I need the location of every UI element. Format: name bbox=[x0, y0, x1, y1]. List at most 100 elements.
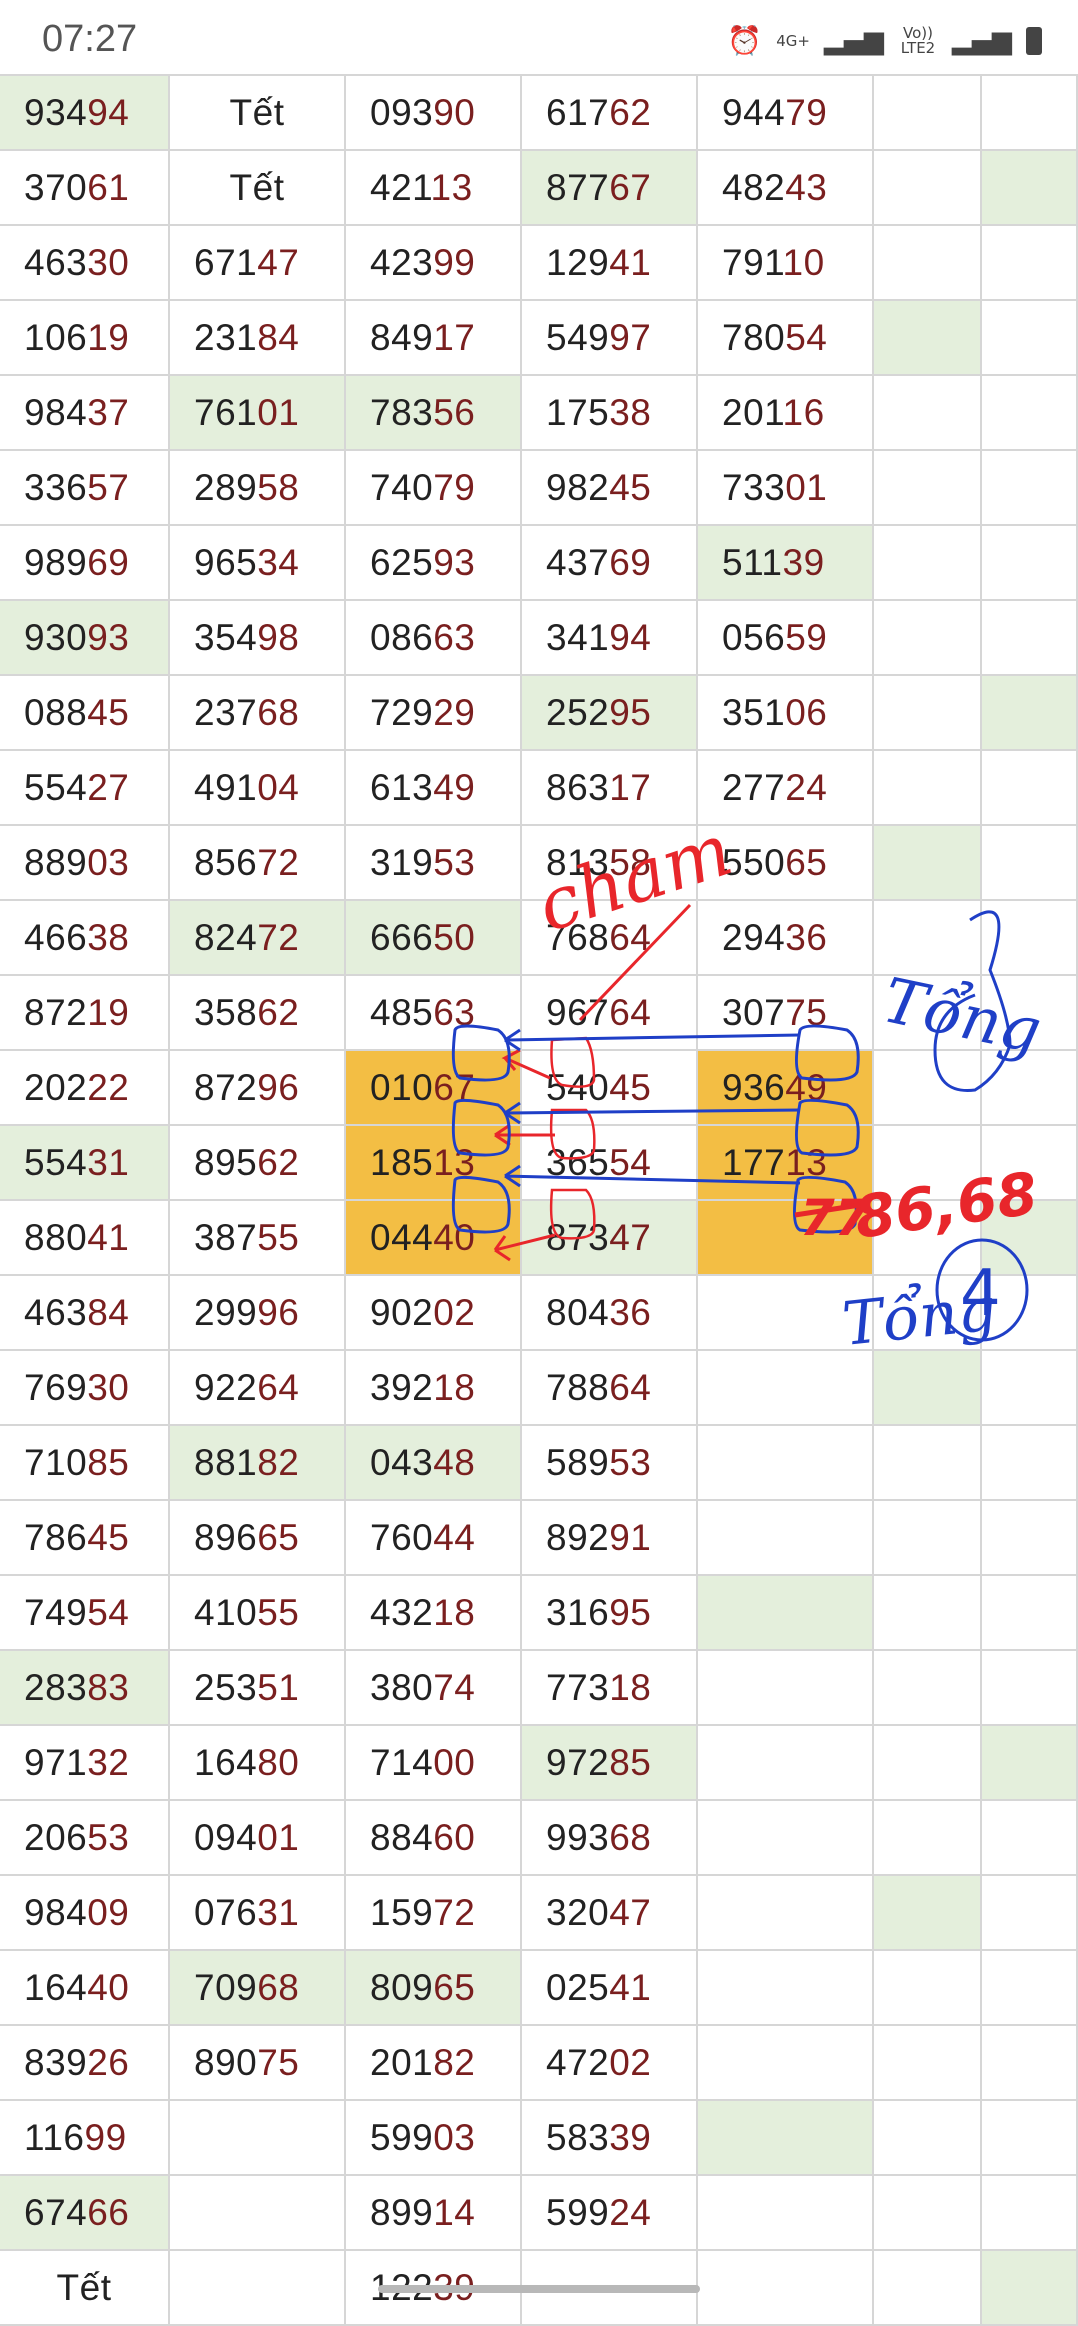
cell-r19-c6 bbox=[982, 1501, 1078, 1576]
cell-last-two: 24 bbox=[785, 767, 828, 808]
cell-prefix: 902 bbox=[370, 1292, 434, 1333]
cell-r29-c6 bbox=[982, 2251, 1078, 2326]
cell-prefix: 365 bbox=[546, 1142, 610, 1183]
cell-prefix: 791 bbox=[722, 242, 783, 283]
cell-prefix: 056 bbox=[722, 617, 786, 658]
cell-r18-c2: 04348 bbox=[346, 1426, 522, 1501]
cell-r17-c2: 39218 bbox=[346, 1351, 522, 1426]
cell-prefix: 206 bbox=[24, 1817, 88, 1858]
cell-r22-c0: 97132 bbox=[0, 1726, 170, 1801]
results-table[interactable]: 93494 Tết 09390 61762 94479 37061 Tết 42113 8776… bbox=[0, 74, 1078, 2326]
cell-last-two: 13 bbox=[433, 1142, 476, 1183]
cell-r25-c0: 16440 bbox=[0, 1951, 170, 2026]
cell-r27-c1 bbox=[170, 2101, 346, 2176]
cell-prefix: 185 bbox=[370, 1142, 434, 1183]
cell-r3-c2: 84917 bbox=[346, 301, 522, 376]
cell-last-two: 64 bbox=[609, 1367, 652, 1408]
cell-prefix: 809 bbox=[370, 1967, 434, 2008]
cell-prefix: 201 bbox=[370, 2042, 434, 2083]
cell-r19-c2: 76044 bbox=[346, 1501, 522, 1576]
cell-last-two: 38 bbox=[87, 917, 130, 958]
network-4g-icon: 4G+ bbox=[776, 31, 810, 50]
cell-prefix: 625 bbox=[370, 542, 434, 583]
cell-r29-c4 bbox=[698, 2251, 874, 2326]
cell-last-two: 03 bbox=[87, 842, 130, 883]
cell-prefix: 749 bbox=[24, 1592, 88, 1633]
cell-last-two: 19 bbox=[87, 317, 130, 358]
cell-r0-c3: 61762 bbox=[522, 76, 698, 151]
cell-prefix: 175 bbox=[546, 392, 610, 433]
cell-prefix: 936 bbox=[722, 1067, 786, 1108]
cell-r24-c5 bbox=[874, 1876, 982, 1951]
cell-last-two: 54 bbox=[87, 1592, 130, 1633]
cell-prefix: 884 bbox=[370, 1817, 434, 1858]
home-indicator[interactable] bbox=[378, 2285, 700, 2293]
cell-r17-c3: 78864 bbox=[522, 1351, 698, 1426]
cell-r2-c6 bbox=[982, 226, 1078, 301]
cell-r8-c2: 72929 bbox=[346, 676, 522, 751]
cell-r23-c3: 99368 bbox=[522, 1801, 698, 1876]
cell-r10-c4: 55065 bbox=[698, 826, 874, 901]
cell-r6-c0: 98969 bbox=[0, 526, 170, 601]
cell-prefix: 549 bbox=[546, 317, 610, 358]
cell-last-two: 82 bbox=[433, 2042, 476, 2083]
cell-prefix: 892 bbox=[546, 1517, 610, 1558]
cell-last-two: 31 bbox=[87, 1142, 130, 1183]
cell-r10-c0: 88903 bbox=[0, 826, 170, 901]
cell-prefix: 231 bbox=[194, 317, 258, 358]
cell-r25-c3: 02541 bbox=[522, 1951, 698, 2026]
cell-last-two: 68 bbox=[257, 1967, 300, 2008]
cell-r5-c0: 33657 bbox=[0, 451, 170, 526]
cell-last-two: 14 bbox=[433, 2192, 476, 2233]
cell-prefix: 093 bbox=[370, 92, 434, 133]
cell-prefix: 760 bbox=[370, 1517, 434, 1558]
cell-prefix: 965 bbox=[194, 542, 258, 583]
cell-prefix: 472 bbox=[546, 2042, 610, 2083]
cell-last-two: 45 bbox=[609, 1067, 652, 1108]
cell-r4-c2: 78356 bbox=[346, 376, 522, 451]
cell-last-two: 06 bbox=[785, 692, 828, 733]
cell-last-two: 34 bbox=[257, 542, 300, 583]
cell-prefix: 463 bbox=[24, 242, 88, 283]
cell-last-two: 55 bbox=[257, 1592, 300, 1633]
cell-last-two: 83 bbox=[87, 1667, 130, 1708]
cell-r16-c4 bbox=[698, 1276, 874, 1351]
cell-r4-c0: 98437 bbox=[0, 376, 170, 451]
cell-r20-c5 bbox=[874, 1576, 982, 1651]
cell-last-two: 31 bbox=[257, 1892, 300, 1933]
cell-prefix: 786 bbox=[24, 1517, 88, 1558]
cell-prefix: 934 bbox=[24, 92, 88, 133]
cell-r1-c6 bbox=[982, 151, 1078, 226]
cell-last-two: 17 bbox=[609, 767, 652, 808]
cell-r6-c3: 43769 bbox=[522, 526, 698, 601]
cell-last-two: 97 bbox=[609, 317, 652, 358]
cell-r28-c4 bbox=[698, 2176, 874, 2251]
cell-prefix: 773 bbox=[546, 1667, 610, 1708]
cell-r16-c1: 29996 bbox=[170, 1276, 346, 1351]
status-bar: 07:27 ⏰ 4G+ ▂▄▆ Vo)) LTE2 ▂▄▆ bbox=[0, 0, 1078, 74]
cell-prefix: 320 bbox=[546, 1892, 610, 1933]
cell-r28-c5 bbox=[874, 2176, 982, 2251]
cell-r23-c0: 20653 bbox=[0, 1801, 170, 1876]
cell-prefix: 294 bbox=[722, 917, 786, 958]
cell-prefix: 583 bbox=[546, 2117, 610, 2158]
cell-last-two: 13 bbox=[430, 167, 473, 208]
cell-r24-c6 bbox=[982, 1876, 1078, 1951]
cell-last-two: 68 bbox=[609, 1817, 652, 1858]
cell-last-two: 47 bbox=[609, 1892, 652, 1933]
cell-r14-c2: 18513 bbox=[346, 1126, 522, 1201]
cell-r29-c0: Tết bbox=[0, 2251, 170, 2326]
cell-last-two: 30 bbox=[87, 1367, 130, 1408]
cell-last-two: 69 bbox=[87, 542, 130, 583]
cell-r0-c4: 94479 bbox=[698, 76, 874, 151]
cell-r17-c1: 92264 bbox=[170, 1351, 346, 1426]
cell-last-two: 93 bbox=[433, 542, 476, 583]
cell-prefix: 666 bbox=[370, 917, 434, 958]
cell-prefix: 804 bbox=[546, 1292, 610, 1333]
cell-last-two: 13 bbox=[785, 1142, 828, 1183]
cell-prefix: 252 bbox=[546, 692, 610, 733]
volte-icon: Vo)) LTE2 bbox=[900, 24, 936, 57]
cell-r20-c6 bbox=[982, 1576, 1078, 1651]
cell-last-two: 64 bbox=[257, 1367, 300, 1408]
cell-prefix: 895 bbox=[194, 1142, 258, 1183]
